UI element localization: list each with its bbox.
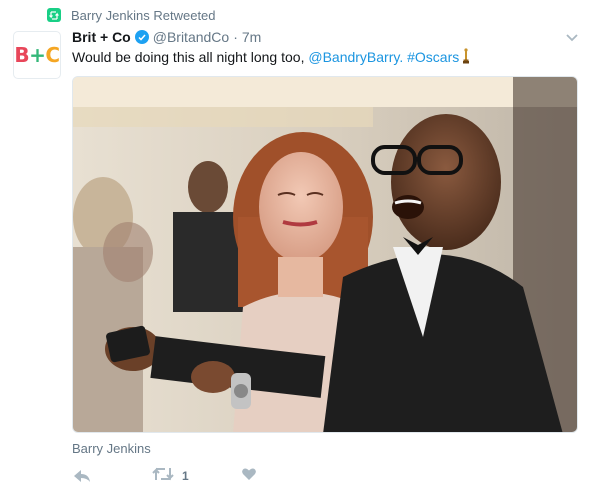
tweet-photo[interactable] <box>72 76 578 433</box>
retweet-icon <box>47 8 61 22</box>
retweet-button[interactable]: 1 <box>152 466 189 487</box>
avatar-letter-b: B <box>14 43 30 67</box>
header-separator: · <box>233 29 238 45</box>
like-button[interactable] <box>241 466 257 487</box>
oscar-emoji-icon <box>462 48 470 68</box>
tweet-actions: 1 <box>72 466 257 486</box>
retweet-count: 1 <box>182 469 189 483</box>
author-name[interactable]: Brit + Co <box>72 29 131 45</box>
avatar-plus: + <box>29 43 46 67</box>
tweet-card[interactable]: Barry Jenkins Retweeted B + C Brit + Co @B… <box>0 0 591 501</box>
tagged-user-link[interactable]: Barry Jenkins <box>72 441 151 456</box>
verified-badge-icon <box>134 30 149 44</box>
tweet-timestamp[interactable]: 7m <box>242 29 261 45</box>
author-handle[interactable]: @BritandCo <box>153 29 229 45</box>
tweet-header: Brit + Co @BritandCo · 7m <box>72 28 261 46</box>
chevron-down-icon[interactable] <box>564 29 580 45</box>
tweet-text-body: Would be doing this all night long too, <box>72 49 309 65</box>
mention-link[interactable]: @BandryBarry. <box>308 49 403 65</box>
hashtag-link[interactable]: #Oscars <box>407 49 459 65</box>
retweet-icon <box>152 466 174 487</box>
heart-icon <box>241 466 257 487</box>
retweet-context: Barry Jenkins Retweeted <box>47 6 216 24</box>
avatar-letter-c: C <box>45 43 60 67</box>
reply-icon <box>72 466 92 486</box>
avatar[interactable]: B + C <box>13 31 61 79</box>
retweeter-link[interactable]: Barry Jenkins Retweeted <box>71 8 216 23</box>
tweet-text: Would be doing this all night long too, … <box>72 48 470 68</box>
reply-button[interactable] <box>72 466 92 486</box>
